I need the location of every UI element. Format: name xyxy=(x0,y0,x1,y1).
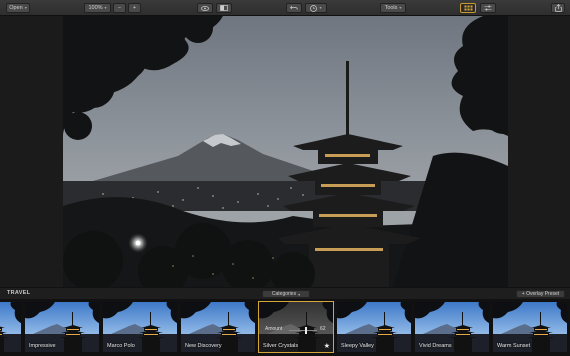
chevron-down-icon: ▾ xyxy=(319,5,322,10)
zoom-in-button[interactable]: + xyxy=(128,3,141,13)
preview-eye-button[interactable] xyxy=(197,3,213,13)
open-label: Open xyxy=(9,5,23,11)
presets-panel-button[interactable] xyxy=(460,3,476,13)
chevron-down-icon: ▾ xyxy=(298,291,301,297)
categories-button[interactable]: Categories ▾ xyxy=(262,290,310,298)
preset-thumbnail[interactable]: Vivid Dreams xyxy=(414,301,490,353)
preset-thumbnail[interactable]: Marco Polo xyxy=(102,301,178,353)
preset-thumbnail[interactable] xyxy=(0,301,22,353)
share-button[interactable] xyxy=(551,3,565,13)
preset-thumbnail[interactable]: New Discovery xyxy=(180,301,256,353)
clock-icon xyxy=(310,4,318,12)
preset-thumbnail[interactable]: Sleepy Valley xyxy=(336,301,412,353)
open-button[interactable]: Open ▾ xyxy=(6,3,30,13)
preset-label: Warm Sunset xyxy=(497,343,531,349)
preset-label: Impressive xyxy=(29,343,56,349)
preset-filmstrip: Impressive Marco Polo New Discovery Silver … xyxy=(0,299,570,356)
pagoda-photo-image xyxy=(63,16,508,287)
zoom-out-button[interactable]: − xyxy=(113,3,126,13)
sliders-icon xyxy=(484,5,492,11)
preset-thumbnail[interactable]: Warm Sunset xyxy=(492,301,568,353)
chevron-down-icon: ▾ xyxy=(399,5,402,10)
photo-preview[interactable] xyxy=(63,16,508,287)
amount-knob[interactable] xyxy=(305,327,308,334)
amount-label: Amount xyxy=(265,326,283,332)
image-canvas[interactable] xyxy=(0,16,570,287)
preset-label: New Discovery xyxy=(185,343,222,349)
zoom-select[interactable]: 100% ▾ xyxy=(84,3,111,13)
tools-label: Tools xyxy=(384,5,398,11)
undo-icon xyxy=(290,5,298,10)
chevron-down-icon: ▾ xyxy=(24,5,27,10)
zoom-label: 100% xyxy=(88,5,103,11)
overlay-preset-button[interactable]: + Overlay Preset xyxy=(516,290,565,298)
zoom-out-label: − xyxy=(117,5,122,11)
eye-icon xyxy=(201,5,209,11)
categories-label: Categories xyxy=(271,291,297,297)
category-title: TRAVEL xyxy=(7,290,31,296)
preset-category-bar: TRAVEL Categories ▾ + Overlay Preset xyxy=(0,287,570,299)
favorite-star-icon[interactable]: ★ xyxy=(324,342,330,350)
overlay-preset-label: + Overlay Preset xyxy=(521,291,560,297)
chevron-down-icon: ▾ xyxy=(104,5,107,10)
preset-label: Sleepy Valley xyxy=(341,343,374,349)
preset-label: Marco Polo xyxy=(107,343,135,349)
history-button[interactable]: ▾ xyxy=(305,3,327,13)
preset-preview-image xyxy=(0,302,21,352)
preset-label: Silver Crystals xyxy=(263,343,299,349)
adjustments-panel-button[interactable] xyxy=(480,3,496,13)
zoom-in-label: + xyxy=(132,5,137,11)
share-icon xyxy=(554,4,562,12)
toolbar: Open ▾ 100% ▾ − + ▾ Tools ▾ xyxy=(0,0,570,16)
compare-icon xyxy=(220,5,228,11)
preset-label: Vivid Dreams xyxy=(419,343,452,349)
tools-button[interactable]: Tools ▾ xyxy=(380,3,406,13)
preset-thumbnail[interactable]: Silver Crystals Amount 62 ★ xyxy=(258,301,334,353)
amount-track[interactable] xyxy=(289,330,317,331)
preset-thumbnail[interactable]: Impressive xyxy=(24,301,100,353)
amount-value: 62 xyxy=(320,326,326,332)
presets-grid-icon xyxy=(464,5,472,11)
app-window: Open ▾ 100% ▾ − + ▾ Tools ▾ TRAVEL Categ… xyxy=(0,0,570,356)
undo-button[interactable] xyxy=(286,3,302,13)
amount-slider[interactable]: Amount 62 xyxy=(263,326,331,334)
compare-button[interactable] xyxy=(216,3,232,13)
